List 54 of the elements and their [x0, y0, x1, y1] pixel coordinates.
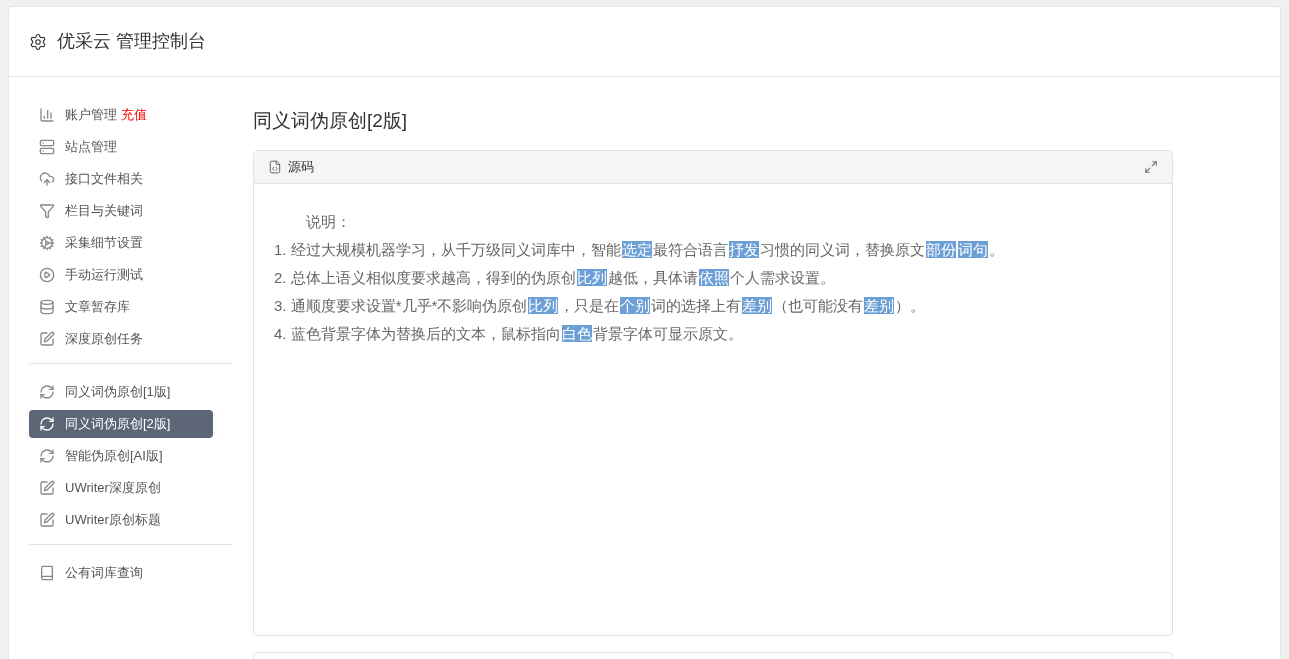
sidebar-item[interactable]: 采集细节设置 [29, 229, 213, 257]
sidebar-item-label: 同义词伪原创[2版] [65, 415, 171, 434]
play-icon [39, 267, 55, 283]
sidebar-item-label: UWriter深度原创 [65, 479, 161, 498]
sidebar-item[interactable]: 账户管理 充值 [29, 101, 213, 129]
sidebar-item[interactable]: UWriter深度原创 [29, 474, 213, 502]
database-icon [39, 299, 55, 315]
sidebar-item[interactable]: 公有词库查询 [29, 559, 213, 587]
sidebar-item[interactable]: 栏目与关键词 [29, 197, 213, 225]
sidebar-item[interactable]: UWriter原创标题 [29, 506, 213, 534]
sidebar-item[interactable]: 深度原创任务 [29, 325, 213, 353]
instruction-line: 4. 蓝色背景字体为替换后的文本，鼠标指向 白色背景字体可显示原文。 [274, 323, 743, 344]
sidebar-item[interactable]: 文章暂存库 [29, 293, 213, 321]
sidebar-item-label: 采集细节设置 [65, 234, 143, 253]
edit-icon [39, 512, 55, 528]
source-button[interactable]: 源码 [288, 156, 314, 177]
sidebar-item-label: UWriter原创标题 [65, 511, 161, 530]
sidebar-item-label: 同义词伪原创[1版] [65, 383, 171, 402]
gear-icon [39, 235, 55, 251]
server-icon [39, 139, 55, 155]
book-icon [39, 565, 55, 581]
sidebar-item[interactable]: 智能伪原创[AI版] [29, 442, 213, 470]
refresh-icon [39, 448, 55, 464]
sidebar-item-label: 接口文件相关 [65, 170, 143, 189]
filter-icon [39, 203, 55, 219]
sidebar-item-label: 手动运行测试 [65, 266, 143, 285]
recharge-link[interactable]: 充值 [121, 105, 147, 125]
console-title: 优采云 管理控制台 [57, 30, 206, 53]
cloud-upload-icon [39, 171, 55, 187]
sidebar-item-label: 站点管理 [65, 138, 117, 157]
page-title: 同义词伪原创[2版] [253, 109, 409, 133]
sidebar-item[interactable]: 同义词伪原创[2版] [29, 410, 213, 438]
sidebar-item-label: 公有词库查询 [65, 564, 143, 583]
sidebar-item[interactable]: 手动运行测试 [29, 261, 213, 289]
edit-icon [39, 331, 55, 347]
sidebar-item[interactable]: 接口文件相关 [29, 165, 213, 193]
sidebar-item[interactable]: 站点管理 [29, 133, 213, 161]
fullscreen-icon[interactable] [1144, 159, 1158, 174]
settings-icon [29, 32, 47, 51]
sidebar-item-label: 账户管理 [65, 106, 117, 125]
instruction-line: 3. 通顺度要求设置*几乎*不影响伪原创比列，只是在个别词的选择上有差别（也可能没有差别）。 [274, 295, 926, 316]
instruction-line: 2. 总体上语义相似度要求越高，得到的伪原创比列越低，具体请依照个人需求设置。 [274, 267, 835, 288]
sidebar-item-label: 深度原创任务 [65, 330, 143, 349]
sidebar-item-label: 文章暂存库 [65, 298, 130, 317]
source-code-icon[interactable] [268, 159, 282, 174]
sidebar-item[interactable]: 同义词伪原创[1版] [29, 378, 213, 406]
bar-chart-icon [39, 107, 55, 123]
refresh-icon [39, 384, 55, 400]
instructions-heading: 说明： [305, 211, 352, 232]
refresh-icon [39, 416, 55, 432]
edit-icon [39, 480, 55, 496]
instruction-line: 1. 经过大规模机器学习，从千万级同义词库中，智能选定最符合语言抒发习惯的同义词，替换原文部份词句。 [274, 239, 1004, 260]
sidebar-item-label: 栏目与关键词 [65, 202, 143, 221]
sidebar-item-label: 智能伪原创[AI版] [65, 447, 163, 466]
